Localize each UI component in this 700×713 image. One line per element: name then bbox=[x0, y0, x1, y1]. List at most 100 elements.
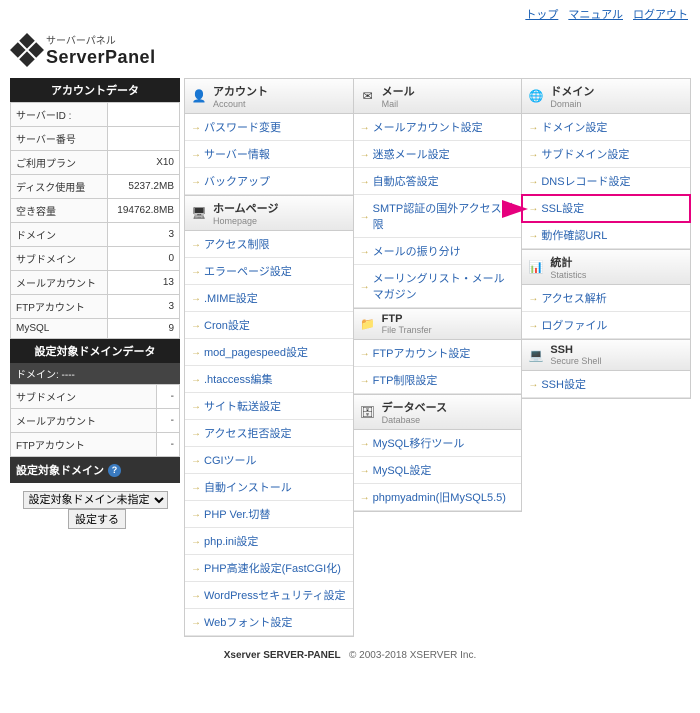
stat-label: 空き容量 bbox=[11, 199, 108, 223]
section-secure-shell: 💻SSHSecure Shell→SSH設定 bbox=[521, 339, 691, 399]
logo-en: ServerPanel bbox=[46, 47, 156, 68]
menu-item[interactable]: →mod_pagespeed設定 bbox=[185, 339, 353, 366]
arrow-icon: → bbox=[528, 203, 538, 214]
menu-item[interactable]: →PHP Ver.切替 bbox=[185, 501, 353, 528]
menu-item[interactable]: →CGIツール bbox=[185, 447, 353, 474]
arrow-icon: → bbox=[191, 293, 201, 304]
section-database: 🗄データベースDatabase→MySQL移行ツール→MySQL設定→phpmy… bbox=[353, 394, 523, 512]
menu-item[interactable]: →WordPressセキュリティ設定 bbox=[185, 582, 353, 609]
database-icon: 🗄 bbox=[360, 404, 376, 420]
stat-label: ディスク使用量 bbox=[11, 175, 108, 199]
stat-value bbox=[107, 103, 179, 127]
stat-label: サブドメイン bbox=[11, 247, 108, 271]
account-data-table: サーバーID :サーバー番号ご利用プランX10ディスク使用量5237.2MB空き… bbox=[10, 102, 180, 339]
section-header: 📊統計Statistics bbox=[522, 250, 690, 285]
menu-item[interactable]: →FTP制限設定 bbox=[354, 367, 522, 394]
menu-item[interactable]: →SSH設定 bbox=[522, 371, 690, 398]
arrow-icon: → bbox=[528, 379, 538, 390]
menu-item[interactable]: →PHP高速化設定(FastCGI化) bbox=[185, 555, 353, 582]
menu-item[interactable]: →phpmyadmin(旧MySQL5.5) bbox=[354, 484, 522, 511]
stat-value: 3 bbox=[107, 223, 179, 247]
menu-item[interactable]: →SMTP認証の国外アクセス制限 bbox=[354, 195, 522, 238]
menu-item[interactable]: →SSL設定 bbox=[522, 195, 690, 222]
arrow-icon: → bbox=[360, 492, 370, 503]
arrow-icon: → bbox=[191, 320, 201, 331]
arrow-icon: → bbox=[528, 176, 538, 187]
section-header: ✉メールMail bbox=[354, 79, 522, 114]
menu-item[interactable]: →DNSレコード設定 bbox=[522, 168, 690, 195]
stat-value: 9 bbox=[107, 319, 179, 339]
section-header: 🌐ドメインDomain bbox=[522, 79, 690, 114]
logo-jp: サーバーパネル bbox=[46, 32, 156, 47]
arrow-icon: → bbox=[528, 122, 538, 133]
target-domain-select[interactable]: 設定対象ドメイン未指定 bbox=[23, 491, 168, 509]
menu-item[interactable]: →迷惑メール設定 bbox=[354, 141, 522, 168]
arrow-icon: → bbox=[191, 482, 201, 493]
arrow-icon: → bbox=[360, 211, 370, 222]
statistics-icon: 📊 bbox=[528, 259, 544, 275]
menu-item[interactable]: →パスワード変更 bbox=[185, 114, 353, 141]
menu-item[interactable]: →サーバー情報 bbox=[185, 141, 353, 168]
menu-item[interactable]: →バックアップ bbox=[185, 168, 353, 195]
target-domain-button[interactable]: 設定対象ドメイン ? bbox=[10, 457, 180, 483]
arrow-icon: → bbox=[191, 563, 201, 574]
menu-item[interactable]: →動作確認URL bbox=[522, 222, 690, 249]
arrow-icon: → bbox=[360, 246, 370, 257]
menu-item[interactable]: →自動インストール bbox=[185, 474, 353, 501]
arrow-icon: → bbox=[191, 455, 201, 466]
top-link[interactable]: マニュアル bbox=[568, 9, 623, 21]
arrow-icon: → bbox=[360, 348, 370, 359]
menu-item[interactable]: →ドメイン設定 bbox=[522, 114, 690, 141]
menu-item[interactable]: →.htaccess編集 bbox=[185, 366, 353, 393]
arrow-icon: → bbox=[360, 281, 370, 292]
menu-item[interactable]: →php.ini設定 bbox=[185, 528, 353, 555]
arrow-icon: → bbox=[528, 230, 538, 241]
menu-item[interactable]: →アクセス拒否設定 bbox=[185, 420, 353, 447]
stat-label: サーバー番号 bbox=[11, 127, 108, 151]
section-homepage: 🖥ホームページHomepage→アクセス制限→エラーページ設定→.MIME設定→… bbox=[184, 195, 354, 637]
section-header: 💻SSHSecure Shell bbox=[522, 340, 690, 371]
menu-item[interactable]: →Cron設定 bbox=[185, 312, 353, 339]
logo: サーバーパネル ServerPanel bbox=[0, 28, 700, 78]
menu-item[interactable]: →メールの振り分け bbox=[354, 238, 522, 265]
arrow-icon: → bbox=[191, 374, 201, 385]
section-mail: ✉メールMail→メールアカウント設定→迷惑メール設定→自動応答設定→SMTP認… bbox=[353, 78, 523, 309]
account-icon: 👤 bbox=[191, 88, 207, 104]
set-button[interactable]: 設定する bbox=[68, 509, 126, 529]
menu-item[interactable]: →アクセス解析 bbox=[522, 285, 690, 312]
menu-item[interactable]: →MySQL移行ツール bbox=[354, 430, 522, 457]
menu-item[interactable]: →メールアカウント設定 bbox=[354, 114, 522, 141]
section-account: 👤アカウントAccount→パスワード変更→サーバー情報→バックアップ bbox=[184, 78, 354, 196]
menu-item[interactable]: →ログファイル bbox=[522, 312, 690, 339]
arrow-icon: → bbox=[191, 617, 201, 628]
menu-item[interactable]: →.MIME設定 bbox=[185, 285, 353, 312]
stat-value: 5237.2MB bbox=[107, 175, 179, 199]
menu-item[interactable]: →自動応答設定 bbox=[354, 168, 522, 195]
arrow-icon: → bbox=[191, 239, 201, 250]
menu-item[interactable]: →サイト転送設定 bbox=[185, 393, 353, 420]
stat-value: 3 bbox=[107, 295, 179, 319]
menu-item[interactable]: →Webフォント設定 bbox=[185, 609, 353, 636]
menu-item[interactable]: →メーリングリスト・メールマガジン bbox=[354, 265, 522, 308]
menu-item[interactable]: →サブドメイン設定 bbox=[522, 141, 690, 168]
arrow-icon: → bbox=[360, 176, 370, 187]
highlight-arrow-icon bbox=[502, 200, 528, 218]
help-icon[interactable]: ? bbox=[108, 464, 121, 477]
top-link[interactable]: ログアウト bbox=[633, 9, 688, 21]
arrow-icon: → bbox=[528, 320, 538, 331]
stat-label: サブドメイン bbox=[11, 385, 157, 409]
menu-item[interactable]: →アクセス制限 bbox=[185, 231, 353, 258]
arrow-icon: → bbox=[360, 122, 370, 133]
stat-label: サーバーID : bbox=[11, 103, 108, 127]
menu-item[interactable]: →MySQL設定 bbox=[354, 457, 522, 484]
arrow-icon: → bbox=[191, 176, 201, 187]
top-link[interactable]: トップ bbox=[525, 9, 558, 21]
arrow-icon: → bbox=[191, 266, 201, 277]
section-header: 📁FTPFile Transfer bbox=[354, 309, 522, 340]
arrow-icon: → bbox=[360, 465, 370, 476]
menu-item[interactable]: →エラーページ設定 bbox=[185, 258, 353, 285]
arrow-icon: → bbox=[360, 375, 370, 386]
stat-value: X10 bbox=[107, 151, 179, 175]
menu-item[interactable]: →FTPアカウント設定 bbox=[354, 340, 522, 367]
section-header: 👤アカウントAccount bbox=[185, 79, 353, 114]
